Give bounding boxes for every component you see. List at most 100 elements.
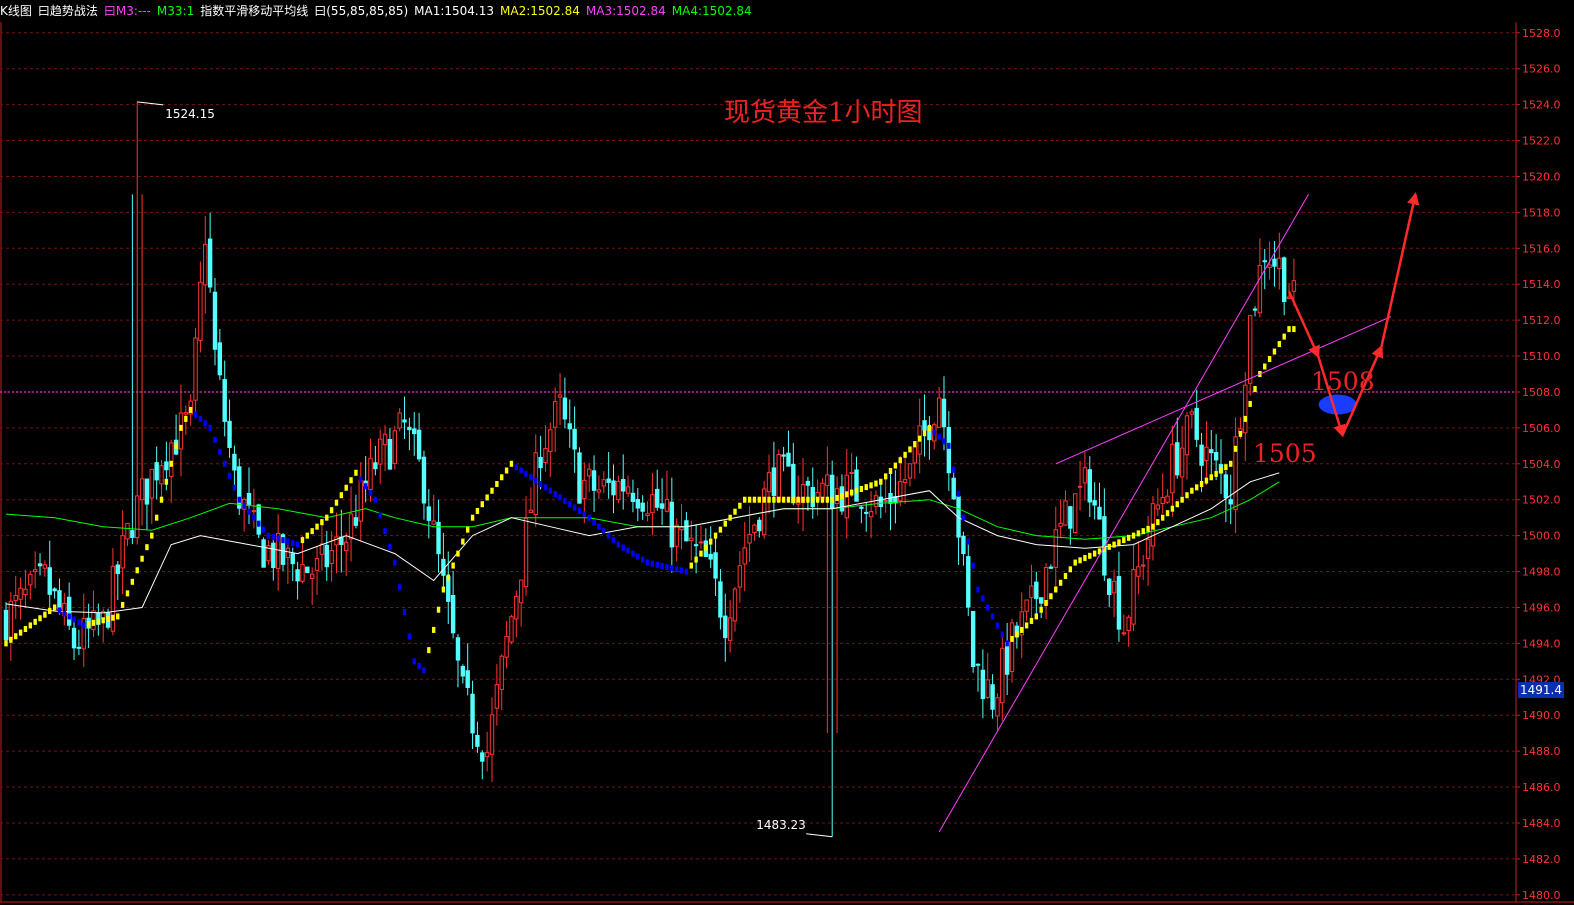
candle-body <box>1257 265 1263 314</box>
candle-body <box>518 579 524 604</box>
candle <box>621 454 626 510</box>
candle <box>932 422 937 450</box>
candle <box>990 674 995 719</box>
candle-body <box>421 456 427 504</box>
trend-segment <box>164 478 169 485</box>
candle-body <box>1199 444 1204 466</box>
trend-segment <box>145 544 149 551</box>
trend-segment <box>1112 541 1116 548</box>
trend-segment <box>883 473 888 480</box>
trend-segment <box>286 538 290 545</box>
trend-segment <box>354 469 358 476</box>
candle <box>154 446 159 500</box>
trend-segment <box>291 540 295 547</box>
trend-segment <box>1058 579 1063 586</box>
candle <box>781 446 786 472</box>
candle <box>71 617 77 660</box>
candle <box>1087 456 1092 518</box>
trend-segment <box>966 538 970 545</box>
trend-segment <box>490 487 494 494</box>
candle <box>504 620 509 669</box>
y-tick-label: 1510.0 <box>1522 350 1561 363</box>
candle-body <box>329 549 334 564</box>
candle-body <box>698 541 704 544</box>
trend-segment <box>538 481 543 487</box>
candle-body <box>1131 569 1136 625</box>
candle <box>635 487 640 522</box>
trend-segment <box>1160 514 1165 521</box>
candle <box>698 525 704 549</box>
candle-body <box>985 679 990 698</box>
trend-segment <box>1141 528 1145 535</box>
candle <box>1073 493 1078 534</box>
trend-segment <box>1034 613 1039 620</box>
candle-body <box>1165 495 1170 503</box>
candle <box>737 551 743 603</box>
candle <box>115 561 120 601</box>
trend-segment <box>1122 537 1126 544</box>
candle <box>805 476 811 511</box>
candle-body <box>659 503 665 509</box>
candle-body <box>402 419 407 423</box>
candle <box>295 561 300 600</box>
trend-segment <box>193 411 198 418</box>
trend-segment <box>1088 552 1092 559</box>
candle-body <box>261 539 266 568</box>
candle-body <box>655 488 660 508</box>
candle <box>669 477 675 573</box>
trend-segment <box>378 512 382 519</box>
trend-segment <box>67 613 71 620</box>
trend-segment <box>811 496 815 503</box>
candle-body <box>543 448 548 463</box>
candle-body <box>951 477 956 500</box>
candle <box>1102 488 1107 581</box>
candle-body <box>883 499 888 502</box>
candle-body <box>941 398 947 428</box>
candle-body <box>373 462 378 470</box>
candlestick-chart[interactable]: 1480.01482.01484.01486.01488.01490.01492… <box>0 0 1574 905</box>
candle <box>616 475 621 504</box>
candle <box>1126 614 1131 647</box>
candle-body <box>1267 264 1272 268</box>
candle <box>237 458 242 515</box>
trend-segment <box>237 496 241 503</box>
trend-segment <box>295 541 300 548</box>
trend-segment <box>77 619 81 626</box>
candle-body <box>1092 500 1097 506</box>
candle-body <box>353 517 359 526</box>
trend-segment <box>806 496 810 503</box>
trend-segment <box>602 528 606 535</box>
candle <box>120 510 125 595</box>
trend-segment <box>441 586 446 593</box>
candle <box>489 697 495 782</box>
trend-segment <box>709 538 713 545</box>
candle-body <box>504 636 509 658</box>
trend-segment <box>1219 467 1223 474</box>
candle <box>207 212 213 293</box>
y-tick-label: 1522.0 <box>1522 135 1561 148</box>
trend-segment <box>14 633 18 640</box>
trend-segment <box>257 520 261 527</box>
trend-segment <box>52 604 57 611</box>
trend-segment <box>242 502 246 509</box>
trend-segment <box>349 477 353 484</box>
candle <box>329 531 334 582</box>
trend-segment <box>908 446 912 453</box>
candle-body <box>203 243 208 286</box>
candle-body <box>669 501 675 548</box>
candle-body <box>912 446 918 464</box>
trend-segment <box>820 496 825 503</box>
candle-body <box>324 544 329 568</box>
candle <box>786 430 791 467</box>
trend-segment <box>874 480 878 487</box>
candle-body <box>1029 585 1034 599</box>
candle-body <box>1087 469 1092 503</box>
candle <box>601 471 606 494</box>
candle <box>742 521 747 592</box>
candle <box>1092 482 1097 520</box>
trend-segment <box>1083 555 1087 562</box>
candle-body <box>752 524 757 534</box>
trend-segment <box>879 478 883 485</box>
candle <box>606 452 611 499</box>
candle <box>1068 505 1073 545</box>
